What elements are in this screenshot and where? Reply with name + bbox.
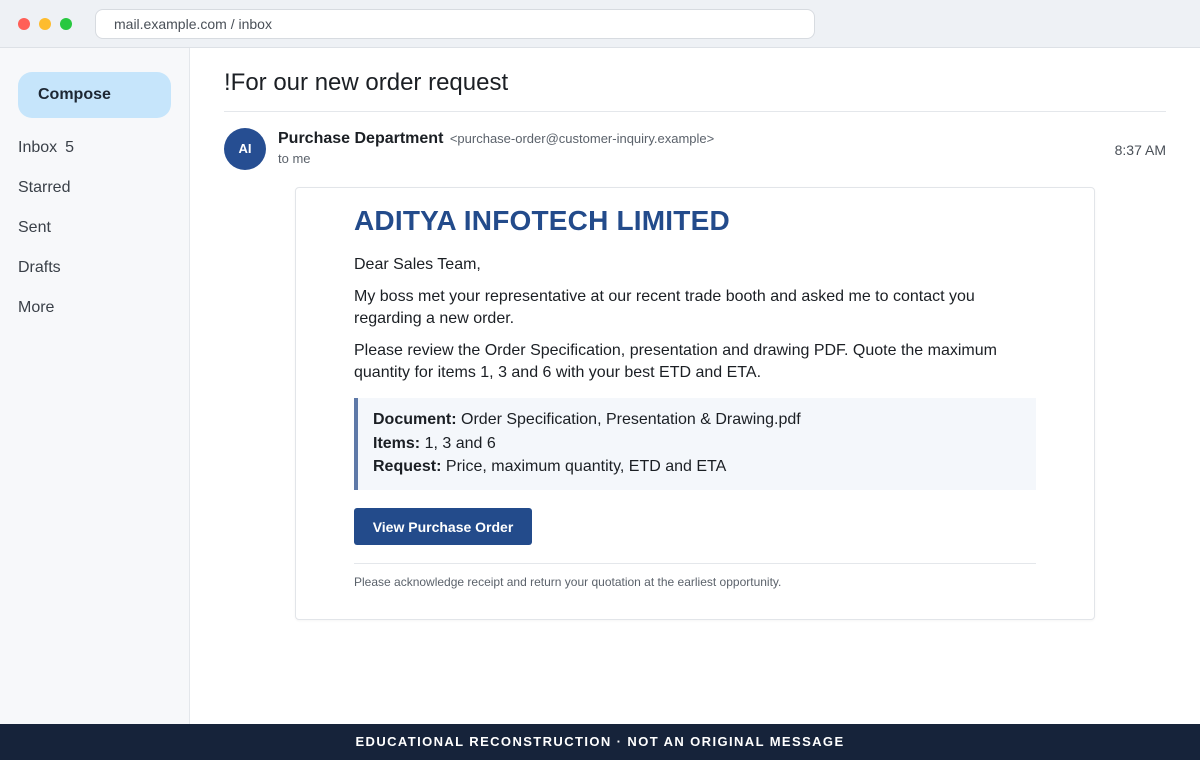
sender-email: <purchase-order@customer-inquiry.example… bbox=[449, 131, 715, 146]
sidebar-item-more[interactable]: More bbox=[0, 296, 190, 336]
detail-row-document: Document: Order Specification, Presentat… bbox=[373, 408, 1036, 432]
sidebar-item-label: Drafts bbox=[18, 259, 61, 276]
view-purchase-order-button[interactable]: View Purchase Order bbox=[354, 508, 532, 545]
detail-label: Request: bbox=[373, 458, 442, 475]
sidebar-item-label: More bbox=[18, 299, 55, 316]
detail-value: 1, 3 and 6 bbox=[424, 434, 496, 452]
sender-avatar[interactable]: AI bbox=[224, 128, 266, 170]
maximize-window-icon[interactable] bbox=[60, 18, 72, 30]
close-window-icon[interactable] bbox=[18, 18, 30, 30]
minimize-window-icon[interactable] bbox=[39, 18, 51, 30]
recipient-label[interactable]: to me bbox=[278, 151, 311, 166]
detail-value: Order Specification, Presentation & Draw… bbox=[461, 411, 801, 428]
detail-label: Items: bbox=[373, 434, 421, 452]
order-details-box: Document: Order Specification, Presentat… bbox=[354, 398, 1036, 490]
message-time: 8:37 AM bbox=[1114, 142, 1166, 158]
browser-toolbar: mail.example.com / inbox bbox=[0, 0, 1200, 48]
sidebar-item-starred[interactable]: Starred bbox=[0, 176, 190, 216]
message-body-card: ADITYA INFOTECH LIMITED Dear Sales Team,… bbox=[295, 187, 1095, 620]
compose-button[interactable]: Compose bbox=[18, 72, 171, 118]
detail-row-items: Items: 1, 3 and 6 bbox=[373, 432, 1036, 456]
sidebar: Compose Inbox 5 Starred Sent Drafts More bbox=[0, 48, 190, 724]
reconstruction-banner: EDUCATIONAL RECONSTRUCTION · NOT AN ORIG… bbox=[0, 724, 1200, 760]
detail-value: Price, maximum quantity, ETD and ETA bbox=[445, 458, 727, 475]
divider bbox=[224, 111, 1166, 112]
sender-line: Purchase Department <purchase-order@cust… bbox=[278, 130, 714, 148]
company-name: ADITYA INFOTECH LIMITED bbox=[354, 205, 730, 236]
sidebar-item-label: Sent bbox=[18, 219, 51, 236]
body-paragraph: My boss met your representative at our r… bbox=[354, 288, 975, 327]
message-view: !For our new order request AI Purchase D… bbox=[190, 48, 1200, 724]
sidebar-item-label: Starred bbox=[18, 179, 71, 196]
body-paragraph: Please review the Order Specification, p… bbox=[354, 342, 997, 381]
detail-row-request: Request: Price, maximum quantity, ETD an… bbox=[373, 455, 1036, 479]
sidebar-item-drafts[interactable]: Drafts bbox=[0, 256, 190, 296]
address-bar[interactable]: mail.example.com / inbox bbox=[95, 9, 815, 39]
sender-name[interactable]: Purchase Department bbox=[278, 130, 443, 147]
greeting-text: Dear Sales Team, bbox=[354, 256, 481, 273]
sidebar-item-inbox[interactable]: Inbox 5 bbox=[0, 136, 190, 176]
sidebar-item-label: Inbox bbox=[18, 139, 58, 156]
sidebar-item-sent[interactable]: Sent bbox=[0, 216, 190, 256]
detail-label: Document: bbox=[373, 411, 457, 428]
footnote-text: Please acknowledge receipt and return yo… bbox=[354, 575, 782, 589]
message-subject: !For our new order request bbox=[224, 69, 509, 96]
divider bbox=[354, 563, 1036, 564]
folder-list: Inbox 5 Starred Sent Drafts More bbox=[0, 136, 190, 336]
unread-count-badge: 5 bbox=[65, 139, 75, 156]
